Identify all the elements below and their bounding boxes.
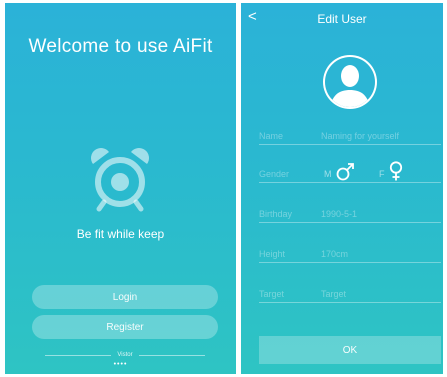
divider <box>45 354 112 356</box>
page-indicator: •••• <box>113 361 128 368</box>
edit-user-screen: < Edit User Name Naming for yourself Gen… <box>241 3 443 374</box>
male-symbol-icon <box>336 163 354 181</box>
welcome-screen: Welcome to use AiFit Be fit while keep L… <box>5 3 236 374</box>
login-button[interactable]: Login <box>32 285 218 309</box>
ok-button[interactable]: OK <box>259 336 441 364</box>
gender-label: Gender <box>259 169 290 179</box>
gender-field: Gender M F <box>259 161 441 183</box>
female-label: F <box>379 169 385 179</box>
tagline: Be fit while keep <box>76 227 165 241</box>
birthday-field[interactable]: Birthday 1990-5-1 <box>259 204 441 223</box>
height-value[interactable]: 170cm <box>321 249 348 259</box>
user-avatar-icon[interactable] <box>321 53 379 111</box>
height-field[interactable]: Height 170cm <box>259 244 441 263</box>
top-bar: < Edit User <box>241 3 443 31</box>
target-input[interactable]: Target <box>321 289 346 299</box>
birthday-label: Birthday <box>259 209 293 219</box>
gender-male-option[interactable]: M <box>324 163 355 181</box>
register-button[interactable]: Register <box>32 315 218 339</box>
birthday-value[interactable]: 1990-5-1 <box>321 209 357 219</box>
alarm-clock-icon <box>91 148 149 212</box>
gender-female-option[interactable]: F <box>379 161 404 181</box>
name-label: Name <box>259 131 284 141</box>
divider <box>138 354 206 356</box>
height-label: Height <box>259 249 286 259</box>
name-field[interactable]: Name Naming for yourself <box>259 126 441 145</box>
target-field[interactable]: Target Target <box>259 284 441 303</box>
visitor-link[interactable]: Vistor <box>45 352 206 358</box>
female-symbol-icon <box>389 161 402 181</box>
name-input[interactable]: Naming for yourself <box>321 131 399 141</box>
page-title: Edit User <box>317 12 367 26</box>
target-label: Target <box>259 289 285 299</box>
welcome-title: Welcome to use AiFit <box>28 36 213 57</box>
visitor-label: Vistor <box>117 352 133 358</box>
male-label: M <box>324 169 332 179</box>
